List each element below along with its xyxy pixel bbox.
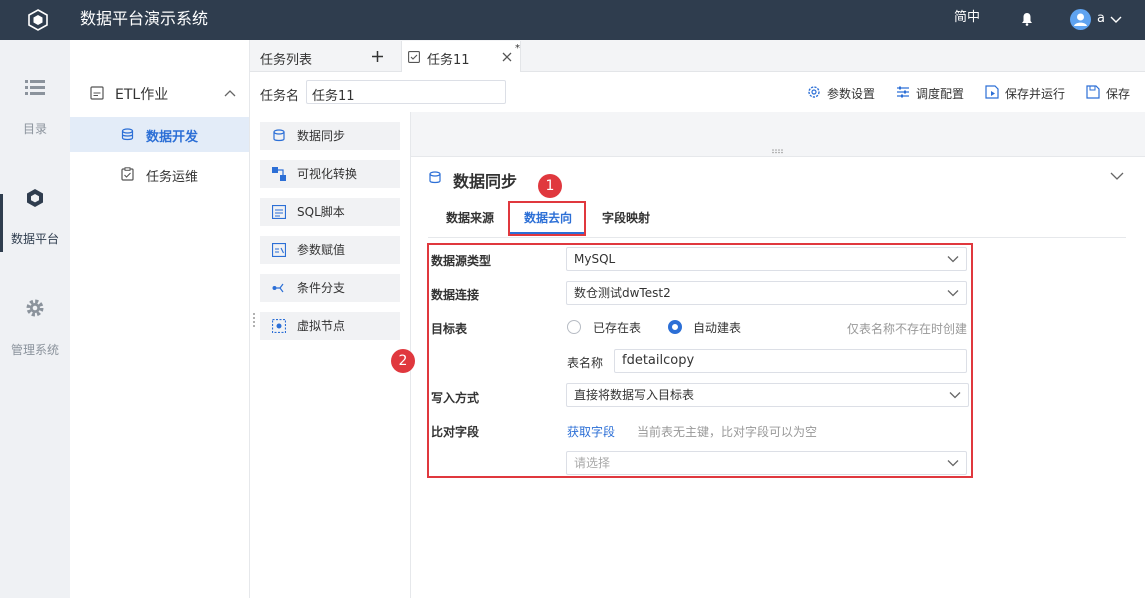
resize-handle-icon[interactable]: [252, 312, 256, 328]
compare-field-label: 比对字段: [431, 425, 480, 439]
tab-task-list[interactable]: 任务列表: [260, 49, 312, 68]
sql-script-icon: [272, 205, 286, 219]
avatar[interactable]: [1070, 9, 1091, 30]
radio-existing-table[interactable]: [567, 320, 581, 334]
gear-icon[interactable]: [25, 298, 45, 318]
tab-bar: [250, 40, 1145, 72]
save-icon[interactable]: [1086, 85, 1100, 99]
tab-field-mapping[interactable]: 字段映射: [602, 209, 650, 226]
palette-item-virtual-node[interactable]: 虚拟节点: [260, 312, 400, 340]
auto-create-hint: 仅表名称不存在时创建: [847, 322, 968, 336]
palette-label: 虚拟节点: [297, 319, 346, 333]
tab-data-target[interactable]: 数据去向: [524, 209, 572, 226]
tab-task-label[interactable]: 任务11: [427, 49, 470, 68]
tabs-divider: [428, 237, 1126, 238]
drag-handle-icon[interactable]: [771, 148, 785, 154]
visual-transform-icon: [272, 167, 286, 181]
language-switch[interactable]: 简中: [954, 0, 980, 36]
chevron-down-icon: [949, 392, 961, 399]
panel-title: 数据同步: [453, 172, 518, 191]
compare-select-placeholder: 请选择: [574, 456, 611, 470]
app-logo-icon: [28, 9, 48, 31]
write-mode-select[interactable]: 直接将数据写入目标表: [566, 383, 969, 407]
nav-item-catalog[interactable]: 目录: [0, 120, 70, 137]
virtual-node-icon: [272, 319, 286, 333]
tab-data-target-highlight[interactable]: 数据去向: [508, 201, 586, 236]
clipboard-icon: [121, 167, 134, 181]
palette-item-param-assign[interactable]: 参数赋值: [260, 236, 400, 264]
palette-label: 可视化转换: [297, 167, 358, 181]
connection-value: 数仓测试dwTest2: [574, 286, 671, 300]
palette-item-condition-branch[interactable]: 条件分支: [260, 274, 400, 302]
param-assign-icon: [272, 243, 286, 257]
save-run-icon[interactable]: [985, 85, 999, 99]
palette-item-sql-script[interactable]: SQL脚本: [260, 198, 400, 226]
chevron-down-icon: [947, 290, 959, 297]
fetch-fields-link[interactable]: 获取字段: [567, 423, 615, 440]
submenu-group-etl[interactable]: ETL作业: [115, 84, 168, 104]
chevron-down-icon: [947, 460, 959, 467]
palette-label: 参数赋值: [297, 243, 346, 257]
task-check-icon: [408, 51, 420, 63]
source-type-value: MySQL: [574, 252, 616, 266]
schedule-config-icon[interactable]: [896, 85, 910, 99]
palette-label: 条件分支: [297, 281, 346, 295]
radio-auto-create[interactable]: [668, 320, 682, 334]
table-name-label: 表名称: [567, 356, 604, 370]
radio-auto-label[interactable]: 自动建表: [693, 319, 741, 336]
save-button[interactable]: 保存: [1106, 85, 1130, 102]
etl-icon: [90, 86, 104, 100]
bell-icon[interactable]: [1020, 12, 1034, 26]
data-sync-icon: [273, 129, 285, 142]
save-and-run-button[interactable]: 保存并运行: [1005, 85, 1065, 102]
data-sync-icon: [429, 171, 441, 184]
task-name-label: 任务名: [260, 89, 300, 104]
close-icon[interactable]: [502, 52, 512, 62]
submenu-item-task-ops[interactable]: 任务运维: [146, 166, 198, 185]
database-icon: [121, 128, 134, 141]
tab-modified-mark: *: [515, 43, 520, 54]
user-icon: [1074, 13, 1087, 26]
chevron-down-icon: [947, 256, 959, 263]
table-name-input[interactable]: fdetailcopy: [614, 349, 967, 373]
tab-data-source[interactable]: 数据来源: [446, 209, 494, 226]
params-settings-button[interactable]: 参数设置: [827, 85, 875, 102]
chevron-up-icon[interactable]: [224, 88, 236, 98]
source-type-select[interactable]: MySQL: [566, 247, 967, 271]
palette-item-data-sync[interactable]: 数据同步: [260, 122, 400, 150]
settings-icon[interactable]: [807, 85, 821, 99]
annotation-badge-1: 1: [538, 174, 562, 198]
write-mode-value: 直接将数据写入目标表: [574, 388, 695, 402]
table-name-value: fdetailcopy: [622, 353, 695, 368]
chevron-down-icon[interactable]: [1109, 12, 1123, 26]
connection-label: 数据连接: [431, 288, 480, 302]
panel-top-border: [410, 156, 1145, 157]
branch-icon: [272, 283, 284, 293]
target-table-label: 目标表: [431, 322, 468, 336]
annotation-badge-2: 2: [391, 349, 415, 373]
submenu-item-data-dev[interactable]: 数据开发: [146, 126, 198, 145]
task-name-input[interactable]: 任务11: [306, 80, 506, 104]
list-icon[interactable]: [25, 80, 45, 96]
schedule-config-button[interactable]: 调度配置: [916, 85, 964, 102]
source-type-label: 数据源类型: [431, 254, 492, 268]
task-name-value: 任务11: [312, 89, 355, 104]
chevron-down-icon[interactable]: [1110, 171, 1124, 181]
palette-label: 数据同步: [297, 129, 346, 143]
nav-item-admin[interactable]: 管理系统: [0, 341, 70, 358]
add-tab-icon[interactable]: [371, 50, 384, 63]
radio-existing-label[interactable]: 已存在表: [593, 319, 641, 336]
compare-hint: 当前表无主键，比对字段可以为空: [637, 425, 818, 439]
write-mode-label: 写入方式: [431, 391, 480, 405]
palette-item-visual-transform[interactable]: 可视化转换: [260, 160, 400, 188]
connection-select[interactable]: 数仓测试dwTest2: [566, 281, 967, 305]
cube-icon[interactable]: [25, 188, 45, 208]
palette-label: SQL脚本: [297, 205, 345, 219]
compare-field-select[interactable]: 请选择: [566, 451, 967, 475]
nav-item-data-platform[interactable]: 数据平台: [0, 230, 70, 247]
app-title: 数据平台演示系统: [80, 9, 209, 28]
user-name[interactable]: a: [1097, 0, 1105, 38]
